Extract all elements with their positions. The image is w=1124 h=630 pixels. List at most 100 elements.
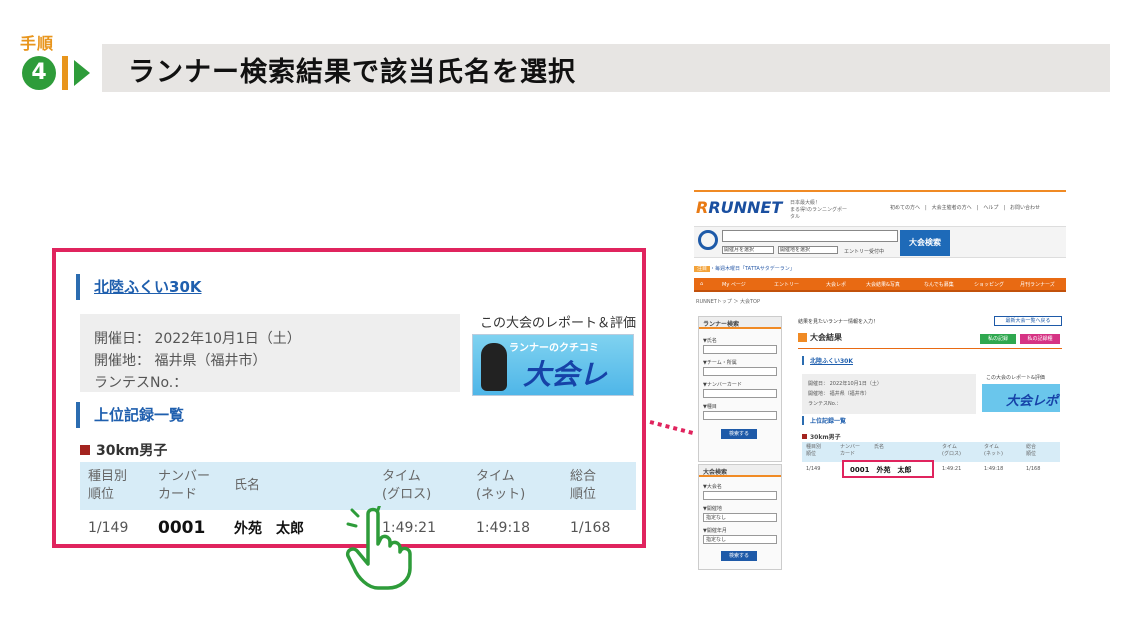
- step-arrow-icon: [74, 60, 90, 86]
- notice-link[interactable]: ・毎週木曜日「TATTAサタデーラン」: [710, 266, 795, 272]
- event-name-input[interactable]: [703, 491, 777, 500]
- banner-subtitle: ランナーのクチコミ: [509, 343, 599, 354]
- table-header-row: 種目別 順位 ナンバー カード 氏名 タイム (グロス) タイム (ネット) 総…: [80, 462, 636, 510]
- nav-item[interactable]: My ページ: [722, 281, 746, 288]
- mini-ranking-title: 上位記録一覧: [802, 416, 846, 425]
- event-select[interactable]: [703, 411, 777, 420]
- label-name: ▼氏名: [703, 338, 717, 344]
- runner-search-button[interactable]: 検索する: [721, 429, 757, 439]
- place-select[interactable]: 指定なし: [703, 513, 777, 522]
- col-header: タイム (グロス): [374, 462, 468, 510]
- divider: [798, 348, 1062, 349]
- mini-category: 30km男子: [802, 432, 841, 441]
- cell-bib: 0001: [150, 510, 226, 544]
- month-select[interactable]: 指定なし: [703, 535, 777, 544]
- nav-item[interactable]: 大会結果&写真: [866, 281, 900, 288]
- col-header: 種目別 順位: [80, 462, 150, 510]
- mini-col-header: 種目別 順位: [806, 444, 822, 457]
- event-search-button[interactable]: 大会検索: [900, 230, 950, 256]
- label-month: ▼開催年月: [703, 528, 727, 534]
- entry-only-checkbox[interactable]: エントリー受付中: [844, 248, 884, 255]
- mini-cell-rank: 1/149: [806, 466, 821, 472]
- mini-category-text: 30km男子: [810, 434, 841, 441]
- nav-item[interactable]: エントリー: [774, 281, 799, 288]
- step-label: 手順: [20, 34, 55, 53]
- header-links[interactable]: 初めての方へ | 大会主催者の方へ | ヘルプ | お問い合わせ: [890, 204, 1040, 211]
- cell-overall: 1/168: [562, 510, 636, 544]
- search-icon: [698, 230, 718, 250]
- nav-item[interactable]: 月刊ランナーズ: [1020, 281, 1055, 288]
- col-header: タイム (ネット): [468, 462, 562, 510]
- top-border: [694, 190, 1066, 192]
- mini-category-marker-icon: [802, 434, 807, 439]
- pencil-icon: [798, 333, 807, 342]
- category-marker-icon: [80, 445, 90, 455]
- runner-search-panel: ランナー検索 ▼氏名 ▼チーム・所属 ▼ナンバーカード ▼種目 検索する: [698, 316, 782, 462]
- mini-cell-net: 1:49:18: [984, 466, 1004, 472]
- col-header: 総合 順位: [562, 462, 636, 510]
- label-event-name: ▼大会名: [703, 484, 722, 490]
- cell-rank: 1/149: [80, 510, 150, 544]
- mini-col-header: タイム (ネット): [984, 444, 1003, 457]
- col-header: 氏名: [226, 462, 374, 510]
- runnet-page-thumbnail: RRUNNET 日本最大級！ まる得!のランニングポータル 初めての方へ | 大…: [694, 190, 1066, 578]
- category-text: 30km男子: [96, 443, 168, 459]
- tagline: 日本最大級！ まる得!のランニングポータル: [790, 200, 848, 220]
- name-input[interactable]: [703, 345, 777, 354]
- month-select[interactable]: 開催月を選択: [722, 246, 774, 254]
- category-label: 30km男子: [80, 440, 167, 460]
- mini-runtes: ランテスNo.：: [808, 401, 842, 407]
- ranking-title: 上位記録一覧: [76, 402, 184, 428]
- nav-item[interactable]: 大会レポ: [826, 281, 846, 288]
- report-banner[interactable]: ランナーのクチコミ 大会レポ: [472, 334, 634, 396]
- mini-col-header: 氏名: [874, 444, 885, 450]
- notice-bar: 注目 ・毎週木曜日「TATTAサタデーラン」: [694, 265, 795, 272]
- mascot-icon: [481, 343, 507, 391]
- back-to-list-button[interactable]: 最新大会一覧へ戻る: [994, 316, 1062, 326]
- mini-col-header: 総合 順位: [1026, 444, 1037, 457]
- mini-cell-name-link[interactable]: 外苑 太郎: [876, 466, 911, 474]
- mini-col-header: ナンバー カード: [840, 444, 861, 457]
- event-place: 開催地： 福井県（福井市）: [94, 353, 267, 369]
- label-event: ▼種目: [703, 404, 717, 410]
- highlighted-runner-row[interactable]: 0001 外苑 太郎: [842, 460, 934, 478]
- main-nav: ⌂ My ページ エントリー 大会レポ 大会結果&写真 なんでも募集 ショッピン…: [694, 278, 1066, 292]
- nav-item[interactable]: ショッピング: [974, 281, 1004, 288]
- team-input[interactable]: [703, 367, 777, 376]
- my-record-button[interactable]: 私の記録: [980, 334, 1016, 344]
- keyword-input[interactable]: [722, 230, 898, 242]
- mini-report-banner[interactable]: 大会レポ: [982, 384, 1060, 412]
- my-record-list-button[interactable]: 私の記録種: [1020, 334, 1060, 344]
- results-heading: 大会結果: [798, 332, 842, 343]
- notice-tag: 注目: [694, 266, 711, 272]
- nav-item[interactable]: なんでも募集: [924, 281, 954, 288]
- col-header: ナンバー カード: [150, 462, 226, 510]
- zoomed-result-panel: 北陸ふくい30K 開催日： 2022年10月1日（土） 開催地： 福井県（福井市…: [52, 248, 646, 548]
- event-date: 開催日： 2022年10月1日（土）: [94, 331, 301, 347]
- event-runtes: ランテスNo.：: [94, 375, 188, 391]
- home-icon[interactable]: ⌂: [700, 281, 703, 287]
- step-divider: [62, 56, 68, 90]
- report-caption: この大会のレポート＆評価: [480, 316, 637, 331]
- banner-title: 大会レポ: [523, 358, 608, 391]
- page-title: ランナー検索結果で該当氏名を選択: [128, 57, 576, 88]
- event-search-panel: 大会検索 ▼大会名 ▼開催地 指定なし ▼開催年月 指定なし 検索する: [698, 464, 782, 570]
- mini-cell-gross: 1:49:21: [942, 466, 962, 472]
- place-select[interactable]: 開催地を選択: [778, 246, 838, 254]
- step-number: 4: [22, 56, 56, 90]
- event-search-submit[interactable]: 検索する: [721, 551, 757, 561]
- logo-text: RUNNET: [708, 198, 783, 217]
- breadcrumb[interactable]: RUNNETトップ ＞ 大会TOP: [696, 298, 760, 305]
- results-heading-text: 大会結果: [810, 333, 842, 342]
- label-bib: ▼ナンバーカード: [703, 382, 742, 388]
- mini-col-header: タイム (グロス): [942, 444, 961, 457]
- mini-report-caption: この大会のレポート&評価: [986, 375, 1045, 381]
- runnet-logo[interactable]: RRUNNET: [696, 198, 782, 217]
- mini-event-title-link[interactable]: 北陸ふくい30K: [802, 356, 853, 365]
- event-title-link[interactable]: 北陸ふくい30K: [76, 274, 202, 300]
- mini-cell-overall: 1/168: [1026, 466, 1041, 472]
- event-search-head: 大会検索: [699, 465, 781, 477]
- label-team: ▼チーム・所属: [703, 360, 737, 366]
- mini-banner-title: 大会レポ: [1006, 394, 1059, 409]
- bib-input[interactable]: [703, 389, 777, 398]
